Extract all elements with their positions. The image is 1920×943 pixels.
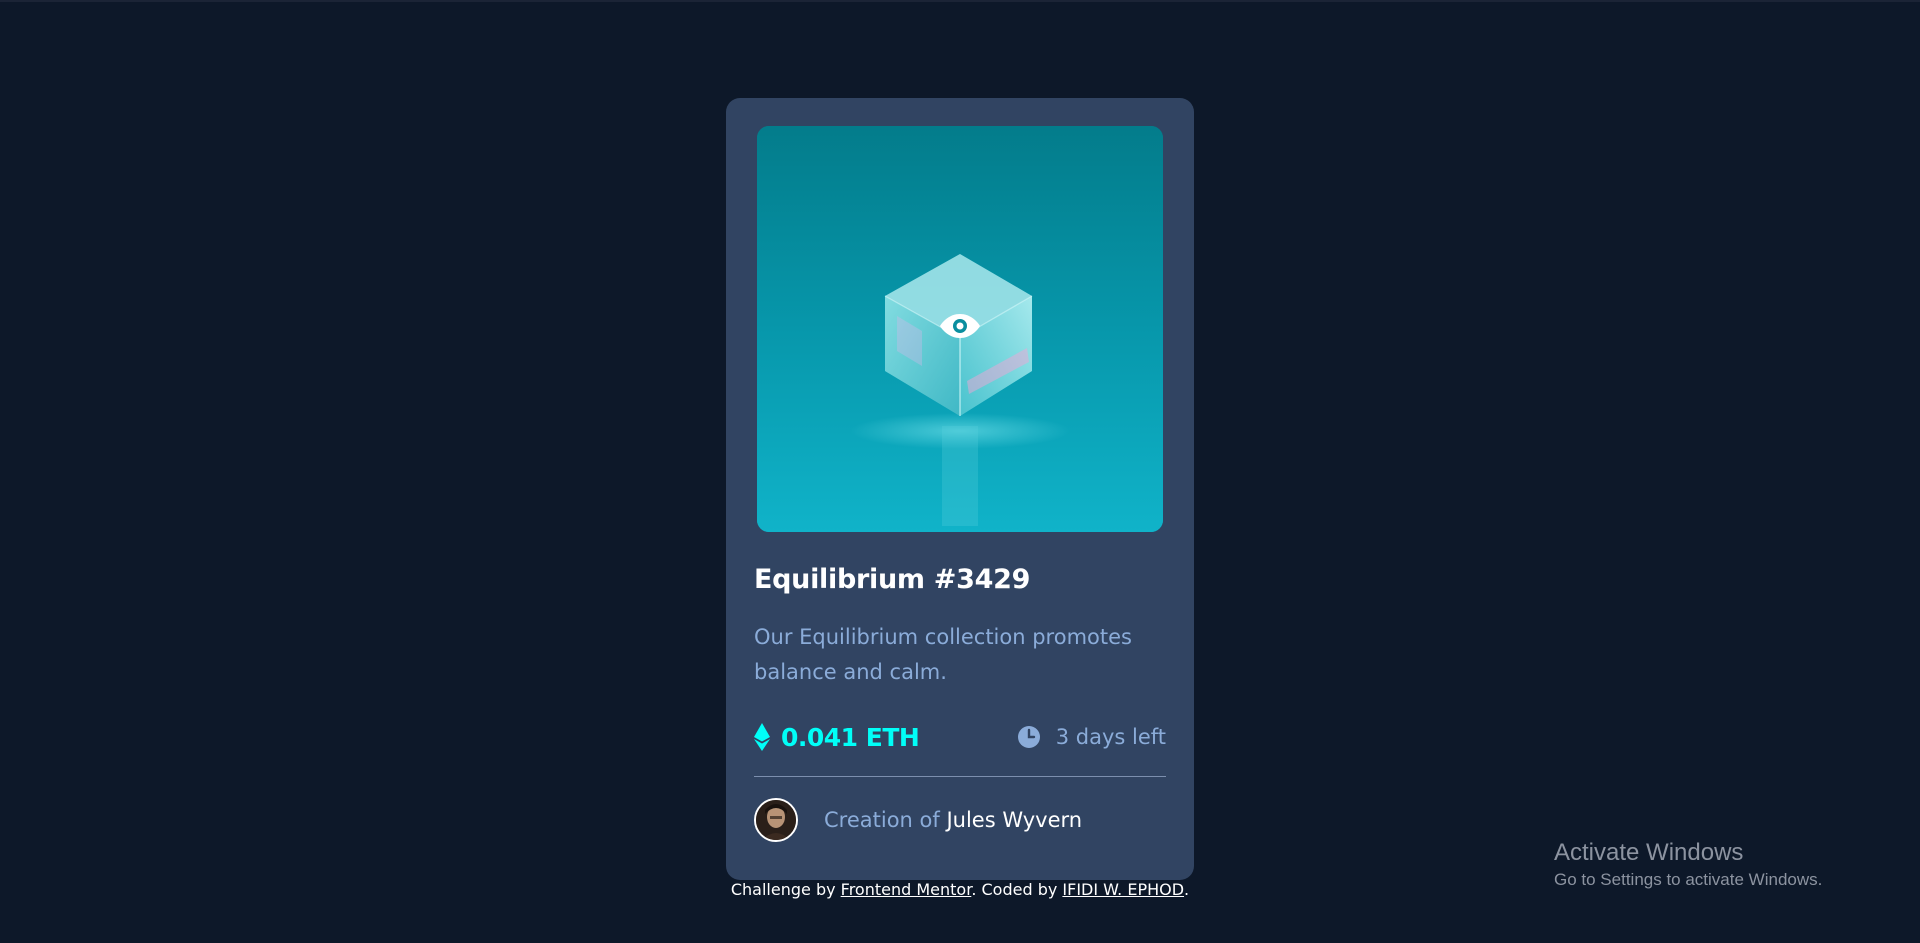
eye-icon: [940, 314, 980, 338]
ethereum-icon: [754, 723, 770, 751]
frontend-mentor-link[interactable]: Frontend Mentor: [841, 880, 972, 899]
watermark-subtitle: Go to Settings to activate Windows.: [1554, 870, 1823, 889]
top-border: [0, 0, 1920, 2]
creation-prefix: Creation of: [824, 808, 940, 832]
clock-icon: [1017, 726, 1040, 748]
page: Equilibrium #3429 Our Equilibrium collec…: [0, 0, 1920, 943]
nft-stats: 0.041 ETH 3 days left: [754, 720, 1166, 754]
attribution-suffix: .: [1184, 880, 1190, 899]
author-name[interactable]: Jules Wyvern: [946, 808, 1082, 832]
nft-description: Our Equilibrium collection promotes bala…: [754, 625, 1132, 684]
nft-image[interactable]: [757, 126, 1163, 532]
challenge-prefix: Challenge by: [730, 880, 836, 899]
nft-card: Equilibrium #3429 Our Equilibrium collec…: [726, 98, 1194, 880]
creation-label: Creation of Jules Wyvern: [824, 808, 1082, 832]
time-group: 3 days left: [1017, 720, 1166, 754]
nft-title[interactable]: Equilibrium #3429: [754, 564, 1030, 595]
time-left-value: 3 days left: [1055, 725, 1166, 749]
price-value: 0.041 ETH: [781, 722, 920, 752]
price-group: 0.041 ETH: [754, 720, 920, 754]
watermark-title: Activate Windows: [1554, 839, 1744, 866]
avatar-portrait: [756, 800, 796, 840]
avatar: [754, 798, 798, 842]
author-row: Creation of Jules Wyvern: [754, 797, 1082, 843]
windows-activation-watermark: Activate Windows Go to Settings to activ…: [1554, 838, 1822, 892]
author-link[interactable]: IFIDI W. EPHOD: [1062, 880, 1184, 899]
divider: [754, 776, 1166, 777]
coded-prefix: . Coded by: [971, 880, 1058, 899]
